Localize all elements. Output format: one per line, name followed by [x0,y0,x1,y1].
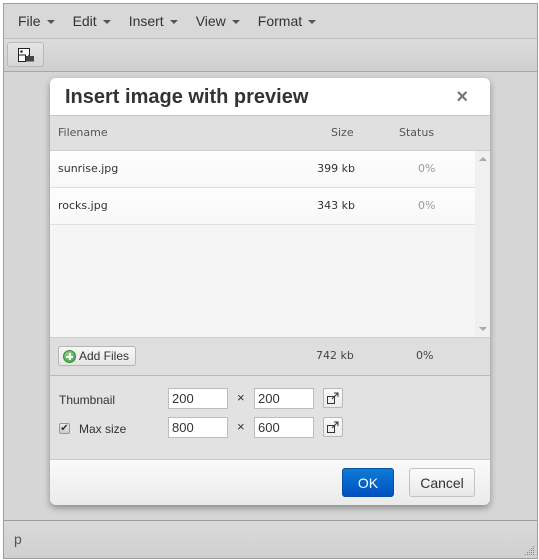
chevron-down-icon [46,19,55,24]
column-filename: Filename [58,126,108,139]
file-name: sunrise.jpg [58,162,119,175]
thumbnail-constrain-button[interactable] [323,388,343,408]
menu-format[interactable]: Format [249,4,325,38]
chevron-down-icon [231,19,240,24]
resize-handle-icon[interactable] [525,546,535,556]
file-list-footer: Add Files 742 kb 0% [50,338,490,376]
add-files-label: Add Files [79,349,130,363]
file-table-header: Filename Size Status [50,116,490,151]
insert-image-icon [17,47,34,62]
size-options: Thumbnail × ✔ Max size × [50,376,490,460]
thumbnail-height-input[interactable] [254,388,314,409]
total-size: 742 kb [316,349,354,362]
column-status: Status [399,126,435,139]
file-status: 0% [418,162,436,175]
file-name: rocks.jpg [58,199,108,212]
file-size: 399 kb [317,162,355,175]
chevron-down-icon [308,19,317,24]
file-list-scrollbar[interactable] [475,151,490,337]
cancel-button[interactable]: Cancel [409,468,475,497]
file-row[interactable]: rocks.jpg 343 kb 0% [50,188,475,225]
constrain-proportions-icon [327,392,339,404]
ok-button[interactable]: OK [342,468,394,497]
element-path[interactable]: p [14,531,22,547]
times-sign: × [237,419,245,434]
constrain-proportions-icon [327,421,339,433]
menu-format-label: Format [257,13,303,29]
menu-edit[interactable]: Edit [64,4,120,38]
menu-view[interactable]: View [187,4,249,38]
thumbnail-width-input[interactable] [168,388,228,409]
max-width-input[interactable] [168,417,228,438]
file-list: sunrise.jpg 399 kb 0% rocks.jpg 343 kb 0… [50,151,490,338]
insert-image-button[interactable] [7,42,44,67]
dialog-header: Insert image with preview × [50,78,490,116]
menu-file-label: File [18,13,41,29]
menu-insert-label: Insert [128,13,164,29]
times-sign: × [237,390,245,405]
toolbar [4,39,537,72]
menu-file[interactable]: File [9,4,64,38]
thumbnail-label: Thumbnail [59,393,116,407]
max-size-checkbox[interactable]: ✔ [59,423,70,434]
max-height-input[interactable] [254,417,314,438]
insert-image-dialog: Insert image with preview × Filename Siz… [50,78,490,505]
scroll-down-icon[interactable] [479,327,487,331]
dialog-footer: OK Cancel [50,460,490,502]
scroll-up-icon[interactable] [479,157,487,161]
menu-insert[interactable]: Insert [120,4,187,38]
menu-edit-label: Edit [72,13,97,29]
total-status: 0% [416,349,434,362]
dialog-title: Insert image with preview [65,86,309,108]
close-icon[interactable]: × [456,86,468,109]
column-size: Size [331,126,354,139]
add-circle-icon [63,349,76,363]
menu-view-label: View [195,13,226,29]
statusbar: p [4,520,537,558]
file-row[interactable]: sunrise.jpg 399 kb 0% [50,151,475,188]
file-status: 0% [418,199,436,212]
chevron-down-icon [169,19,178,24]
max-size-constrain-button[interactable] [323,417,343,437]
chevron-down-icon [102,19,111,24]
file-size: 343 kb [317,199,355,212]
menubar: File Edit Insert View Format [4,4,537,39]
add-files-button[interactable]: Add Files [58,346,137,366]
max-size-label: Max size [79,422,127,436]
